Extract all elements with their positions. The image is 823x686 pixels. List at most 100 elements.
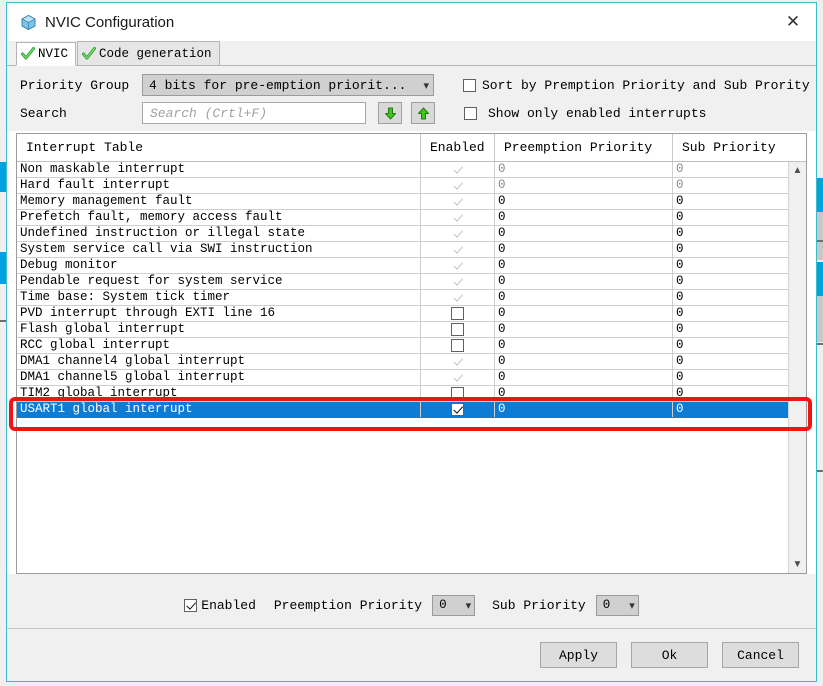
find-next-button[interactable] (378, 102, 402, 124)
cell-enabled[interactable] (421, 290, 495, 305)
cell-enabled[interactable] (421, 178, 495, 193)
scroll-up-icon[interactable]: ▲ (789, 162, 806, 179)
row-enabled-checkbox[interactable] (451, 259, 464, 272)
cell-enabled[interactable] (421, 162, 495, 177)
row-enabled-checkbox[interactable] (451, 339, 464, 352)
table-row[interactable]: Time base: System tick timer 0 0 (17, 290, 788, 306)
cell-preemption-priority[interactable]: 0 (495, 402, 673, 417)
table-vertical-scrollbar[interactable]: ▲ ▼ (788, 162, 806, 573)
apply-button[interactable]: Apply (540, 642, 617, 668)
row-enabled-checkbox[interactable] (451, 179, 464, 192)
cell-enabled[interactable] (421, 338, 495, 353)
table-row[interactable]: Non maskable interrupt 0 0 (17, 162, 788, 178)
cell-enabled[interactable] (421, 194, 495, 209)
row-enabled-checkbox[interactable] (451, 275, 464, 288)
cell-preemption-priority[interactable]: 0 (495, 194, 673, 209)
table-row[interactable]: DMA1 channel5 global interrupt 0 0 (17, 370, 788, 386)
column-header-enabled[interactable]: Enabled (421, 134, 495, 161)
cell-sub-priority[interactable]: 0 (673, 194, 788, 209)
cell-sub-priority[interactable]: 0 (673, 210, 788, 225)
column-header-preemption[interactable]: Preemption Priority (495, 134, 673, 161)
show-only-enabled-checkbox[interactable] (464, 106, 477, 120)
cell-sub-priority[interactable]: 0 (673, 178, 788, 193)
column-header-interrupt-table[interactable]: Interrupt Table (17, 134, 421, 161)
cell-sub-priority[interactable]: 0 (673, 226, 788, 241)
cell-preemption-priority[interactable]: 0 (495, 306, 673, 321)
editor-preemption-select[interactable]: 0 ▾ (432, 594, 476, 616)
cell-sub-priority[interactable]: 0 (673, 242, 788, 257)
cell-enabled[interactable] (421, 226, 495, 241)
cell-sub-priority[interactable]: 0 (673, 322, 788, 337)
row-enabled-checkbox[interactable] (451, 227, 464, 240)
cell-enabled[interactable] (421, 274, 495, 289)
cell-sub-priority[interactable]: 0 (673, 306, 788, 321)
table-row[interactable]: Memory management fault 0 0 (17, 194, 788, 210)
row-enabled-checkbox[interactable] (451, 403, 464, 416)
table-row[interactable]: Flash global interrupt 0 0 (17, 322, 788, 338)
cell-preemption-priority[interactable]: 0 (495, 226, 673, 241)
cell-sub-priority[interactable]: 0 (673, 402, 788, 417)
cell-preemption-priority[interactable]: 0 (495, 370, 673, 385)
column-header-sub-priority[interactable]: Sub Priority (673, 134, 806, 161)
cell-preemption-priority[interactable]: 0 (495, 338, 673, 353)
cell-enabled[interactable] (421, 402, 495, 417)
row-enabled-checkbox[interactable] (451, 323, 464, 336)
tab-nvic[interactable]: NVIC (16, 42, 77, 66)
cell-enabled[interactable] (421, 322, 495, 337)
cell-enabled[interactable] (421, 370, 495, 385)
cell-sub-priority[interactable]: 0 (673, 354, 788, 369)
table-row[interactable]: Debug monitor 0 0 (17, 258, 788, 274)
editor-sub-priority-select[interactable]: 0 ▾ (595, 594, 639, 616)
cell-enabled[interactable] (421, 306, 495, 321)
cell-sub-priority[interactable]: 0 (673, 162, 788, 177)
editor-enabled-checkbox[interactable] (184, 598, 198, 612)
row-enabled-checkbox[interactable] (451, 307, 464, 320)
table-row[interactable]: DMA1 channel4 global interrupt 0 0 (17, 354, 788, 370)
cell-preemption-priority[interactable]: 0 (495, 242, 673, 257)
cell-sub-priority[interactable]: 0 (673, 290, 788, 305)
cell-preemption-priority[interactable]: 0 (495, 290, 673, 305)
row-enabled-checkbox[interactable] (451, 355, 464, 368)
cell-preemption-priority[interactable]: 0 (495, 210, 673, 225)
scroll-down-icon[interactable]: ▼ (789, 556, 806, 573)
cell-sub-priority[interactable]: 0 (673, 370, 788, 385)
sort-by-preemption-checkbox[interactable] (463, 78, 476, 92)
cell-preemption-priority[interactable]: 0 (495, 178, 673, 193)
row-enabled-checkbox[interactable] (451, 291, 464, 304)
ok-button[interactable]: Ok (631, 642, 708, 668)
table-row[interactable]: Prefetch fault, memory access fault 0 0 (17, 210, 788, 226)
row-enabled-checkbox[interactable] (451, 387, 464, 400)
row-enabled-checkbox[interactable] (451, 163, 464, 176)
cell-preemption-priority[interactable]: 0 (495, 386, 673, 401)
table-row[interactable]: Hard fault interrupt 0 0 (17, 178, 788, 194)
cell-sub-priority[interactable]: 0 (673, 338, 788, 353)
cell-sub-priority[interactable]: 0 (673, 258, 788, 273)
cell-preemption-priority[interactable]: 0 (495, 322, 673, 337)
cell-enabled[interactable] (421, 386, 495, 401)
cell-preemption-priority[interactable]: 0 (495, 258, 673, 273)
row-enabled-checkbox[interactable] (451, 371, 464, 384)
cell-enabled[interactable] (421, 354, 495, 369)
cell-preemption-priority[interactable]: 0 (495, 162, 673, 177)
row-enabled-checkbox[interactable] (451, 243, 464, 256)
table-row[interactable]: Undefined instruction or illegal state 0 0 (17, 226, 788, 242)
find-previous-button[interactable] (411, 102, 435, 124)
table-row[interactable]: PVD interrupt through EXTI line 16 0 0 (17, 306, 788, 322)
cell-enabled[interactable] (421, 258, 495, 273)
search-input[interactable]: Search (Crtl+F) (142, 102, 366, 124)
cell-preemption-priority[interactable]: 0 (495, 274, 673, 289)
cancel-button[interactable]: Cancel (722, 642, 799, 668)
table-row[interactable]: TIM2 global interrupt 0 0 (17, 386, 788, 402)
close-icon[interactable]: ✕ (770, 3, 816, 40)
table-body[interactable]: Non maskable interrupt 0 0 Hard fault inter… (17, 162, 788, 573)
cell-sub-priority[interactable]: 0 (673, 386, 788, 401)
cell-sub-priority[interactable]: 0 (673, 274, 788, 289)
tab-code-generation[interactable]: Code generation (77, 41, 220, 65)
table-row[interactable]: System service call via SWI instruction 0… (17, 242, 788, 258)
cell-preemption-priority[interactable]: 0 (495, 354, 673, 369)
cell-enabled[interactable] (421, 210, 495, 225)
row-enabled-checkbox[interactable] (451, 211, 464, 224)
cell-enabled[interactable] (421, 242, 495, 257)
row-enabled-checkbox[interactable] (451, 195, 464, 208)
priority-group-select[interactable]: 4 bits for pre-emption priorit... ▾ (142, 74, 434, 96)
